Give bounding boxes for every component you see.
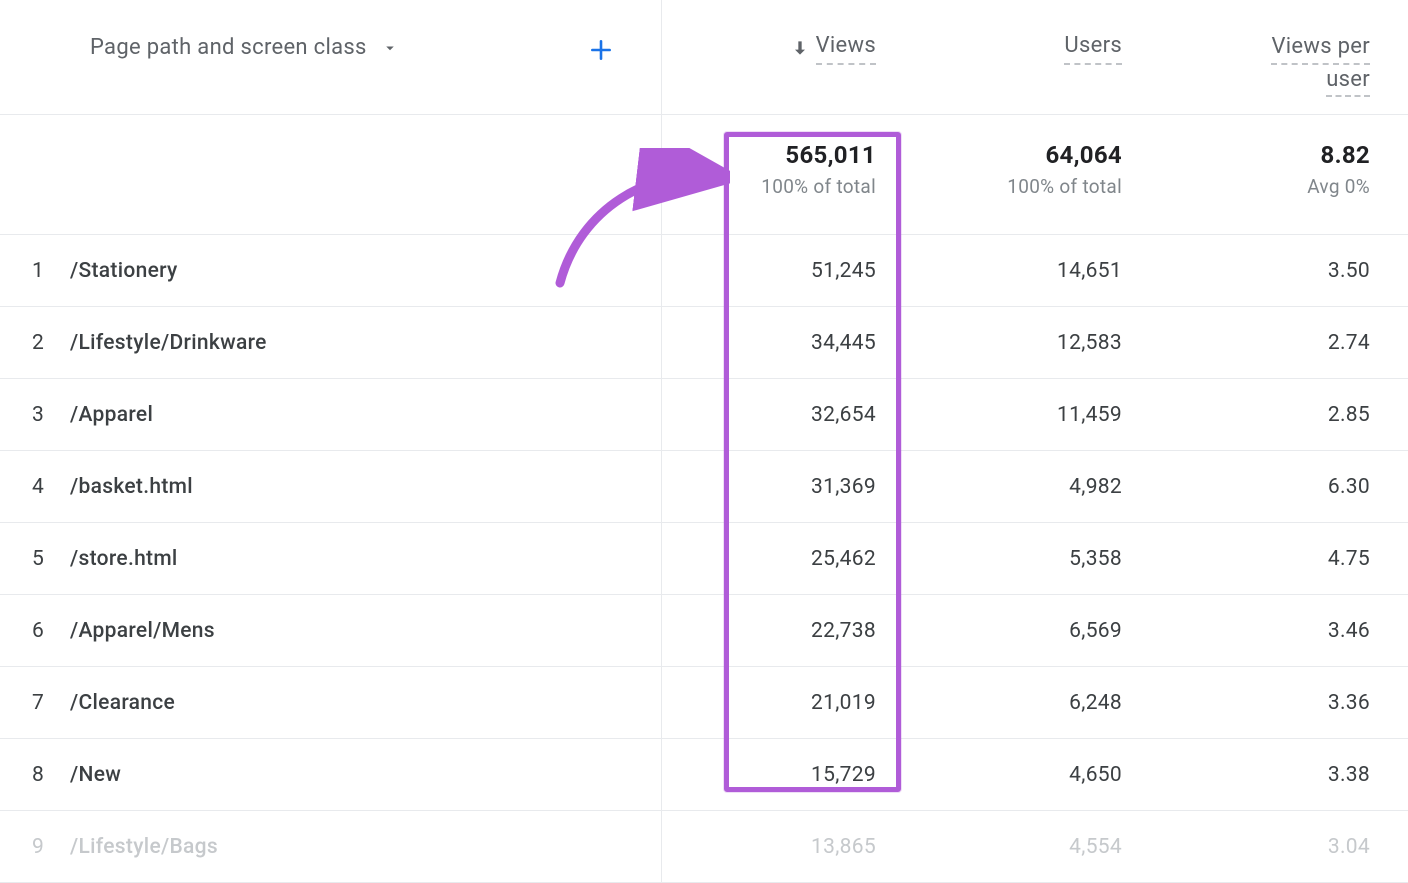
row-views: 15,729: [662, 763, 894, 787]
rows-container: 1/Stationery51,24514,6513.502/Lifestyle/…: [0, 235, 1408, 883]
totals-vpu: 8.82 Avg 0%: [1140, 115, 1398, 234]
row-vpu: 3.38: [1140, 763, 1398, 787]
row-path[interactable]: /Stationery: [70, 259, 661, 283]
row-path[interactable]: /basket.html: [70, 475, 661, 499]
users-label: Users: [1064, 32, 1122, 65]
row-vpu: 2.74: [1140, 331, 1398, 355]
row-vpu: 6.30: [1140, 475, 1398, 499]
row-views: 13,865: [662, 835, 894, 859]
row-left: 5/store.html: [0, 523, 662, 594]
totals-users-sub: 100% of total: [1007, 175, 1122, 198]
metric-headers: Views Users Views per user: [662, 0, 1408, 114]
row-index: 9: [0, 835, 70, 859]
table-row[interactable]: 3/Apparel32,65411,4592.85: [0, 379, 1408, 451]
row-users: 4,650: [894, 763, 1140, 787]
row-path[interactable]: /Lifestyle/Bags: [70, 835, 661, 859]
totals-users-value: 64,064: [1045, 141, 1122, 169]
column-header-views[interactable]: Views: [662, 0, 894, 114]
row-users: 12,583: [894, 331, 1140, 355]
sort-desc-icon: [790, 38, 810, 58]
totals-vpu-sub: Avg 0%: [1307, 175, 1370, 198]
row-users: 4,982: [894, 475, 1140, 499]
row-index: 1: [0, 259, 70, 283]
analytics-table: Page path and screen class Views Users V…: [0, 0, 1408, 883]
dimension-select[interactable]: Page path and screen class: [90, 35, 399, 60]
row-left: 8/New: [0, 739, 662, 810]
row-views: 21,019: [662, 691, 894, 715]
table-header: Page path and screen class Views Users V…: [0, 0, 1408, 115]
dimension-label: Page path and screen class: [90, 35, 367, 60]
row-vpu: 2.85: [1140, 403, 1398, 427]
row-views: 25,462: [662, 547, 894, 571]
row-path[interactable]: /store.html: [70, 547, 661, 571]
totals-vpu-value: 8.82: [1321, 141, 1370, 169]
dimension-header: Page path and screen class: [0, 0, 662, 114]
table-row[interactable]: 5/store.html25,4625,3584.75: [0, 523, 1408, 595]
table-row[interactable]: 1/Stationery51,24514,6513.50: [0, 235, 1408, 307]
row-index: 3: [0, 403, 70, 427]
row-left: 9/Lifestyle/Bags: [0, 811, 662, 882]
row-left: 6/Apparel/Mens: [0, 595, 662, 666]
row-users: 14,651: [894, 259, 1140, 283]
totals-views: 565,011 100% of total: [662, 115, 894, 234]
row-path[interactable]: /Lifestyle/Drinkware: [70, 331, 661, 355]
row-index: 2: [0, 331, 70, 355]
totals-views-value: 565,011: [785, 141, 876, 169]
table-row[interactable]: 4/basket.html31,3694,9826.30: [0, 451, 1408, 523]
row-users: 4,554: [894, 835, 1140, 859]
row-path[interactable]: /Apparel/Mens: [70, 619, 661, 643]
table-row[interactable]: 7/Clearance21,0196,2483.36: [0, 667, 1408, 739]
row-vpu: 3.36: [1140, 691, 1398, 715]
row-index: 7: [0, 691, 70, 715]
totals-users: 64,064 100% of total: [894, 115, 1140, 234]
vpu-label: Views per user: [1271, 32, 1370, 97]
row-path[interactable]: /Clearance: [70, 691, 661, 715]
row-left: 3/Apparel: [0, 379, 662, 450]
chevron-down-icon: [381, 39, 399, 57]
row-views: 51,245: [662, 259, 894, 283]
column-header-users[interactable]: Users: [894, 0, 1140, 114]
table-row[interactable]: 8/New15,7294,6503.38: [0, 739, 1408, 811]
row-left: 1/Stationery: [0, 235, 662, 306]
row-vpu: 4.75: [1140, 547, 1398, 571]
row-users: 6,569: [894, 619, 1140, 643]
row-left: 7/Clearance: [0, 667, 662, 738]
row-index: 4: [0, 475, 70, 499]
row-vpu: 3.50: [1140, 259, 1398, 283]
add-dimension-button[interactable]: [581, 30, 621, 70]
table-row[interactable]: 6/Apparel/Mens22,7386,5693.46: [0, 595, 1408, 667]
row-left: 4/basket.html: [0, 451, 662, 522]
row-views: 22,738: [662, 619, 894, 643]
totals-spacer: [0, 115, 662, 234]
row-index: 6: [0, 619, 70, 643]
plus-icon: [588, 37, 614, 63]
totals-row: 565,011 100% of total 64,064 100% of tot…: [0, 115, 1408, 235]
views-label: Views: [816, 32, 876, 65]
row-users: 5,358: [894, 547, 1140, 571]
row-index: 8: [0, 763, 70, 787]
row-views: 31,369: [662, 475, 894, 499]
table-row[interactable]: 2/Lifestyle/Drinkware34,44512,5832.74: [0, 307, 1408, 379]
row-left: 2/Lifestyle/Drinkware: [0, 307, 662, 378]
row-path[interactable]: /Apparel: [70, 403, 661, 427]
column-header-views-per-user[interactable]: Views per user: [1140, 0, 1398, 114]
row-vpu: 3.46: [1140, 619, 1398, 643]
row-index: 5: [0, 547, 70, 571]
row-path[interactable]: /New: [70, 763, 661, 787]
row-views: 32,654: [662, 403, 894, 427]
row-users: 11,459: [894, 403, 1140, 427]
totals-views-sub: 100% of total: [761, 175, 876, 198]
row-views: 34,445: [662, 331, 894, 355]
table-row[interactable]: 9/Lifestyle/Bags13,8654,5543.04: [0, 811, 1408, 883]
row-users: 6,248: [894, 691, 1140, 715]
row-vpu: 3.04: [1140, 835, 1398, 859]
